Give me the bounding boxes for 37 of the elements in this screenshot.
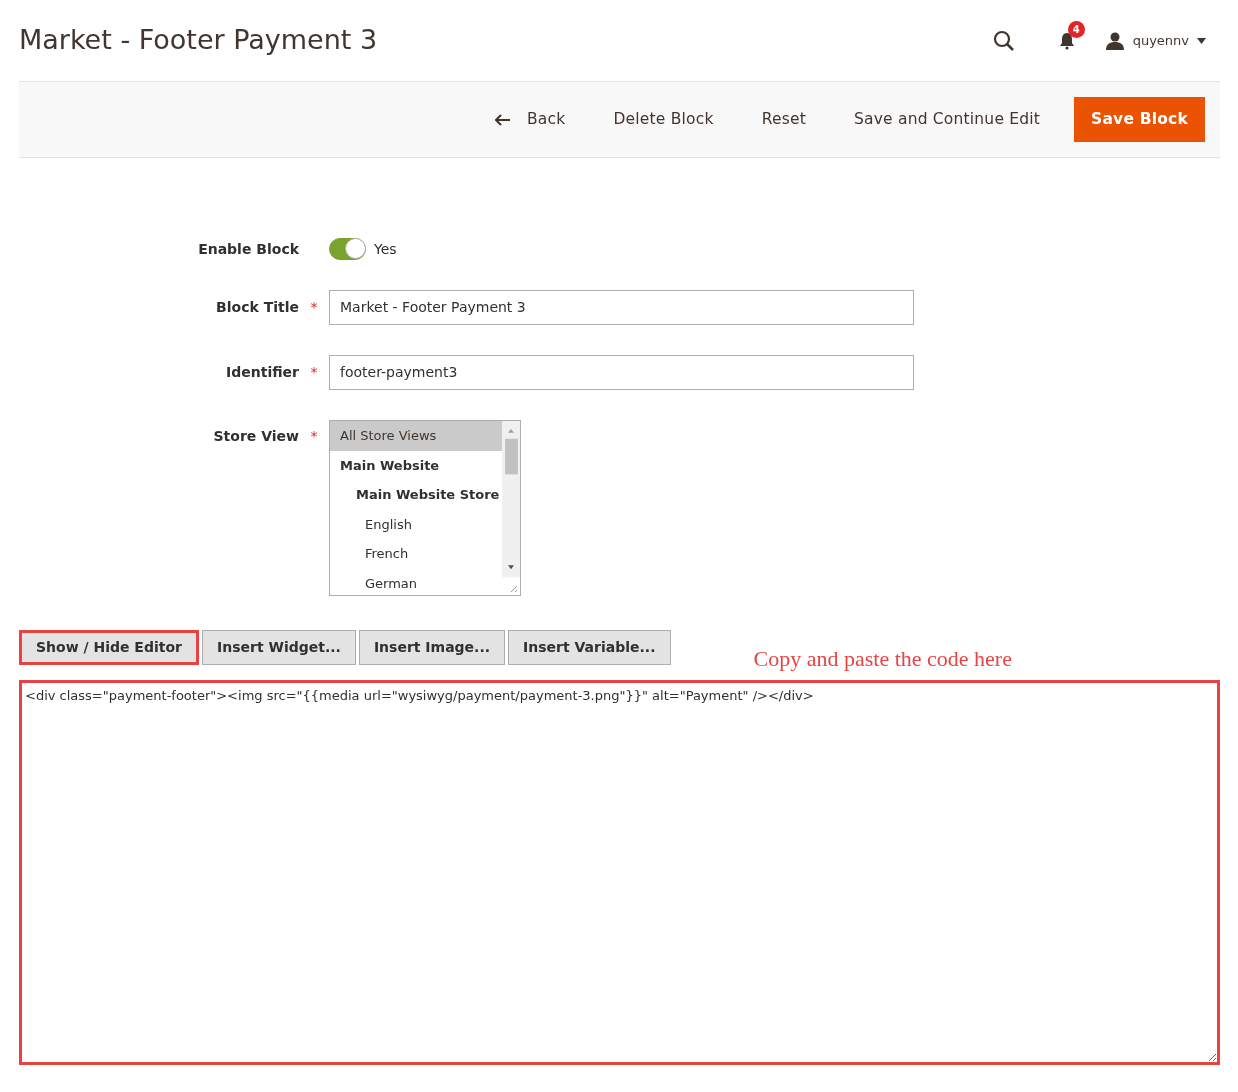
arrow-left-icon (495, 113, 512, 126)
field-label: Identifier (225, 363, 299, 382)
required-mark: * (310, 364, 318, 380)
annotation-note: Copy and paste the code here (753, 645, 1012, 673)
user-icon (1104, 30, 1125, 51)
action-button[interactable]: Delete Block (591, 97, 736, 142)
action-button[interactable]: Reset (739, 97, 828, 142)
field-label: Block Title (215, 298, 299, 317)
select-option[interactable]: English (330, 509, 502, 539)
bell-icon[interactable] (1058, 32, 1075, 48)
text-field[interactable]: footer-payment3 (329, 355, 914, 390)
text-field[interactable]: Market - Footer Payment 3 (329, 290, 914, 325)
code-editor[interactable]: <div class="payment-footer"><img src="{{media url="wysiwyg/payment/payment-3.png"}}" alt="Payment" /></div> (19, 680, 1220, 1065)
search-icon[interactable] (992, 29, 1015, 52)
caret-icon (1197, 37, 1206, 44)
notification-count: 4 (1067, 21, 1085, 38)
store-view-select[interactable]: All Store Views Main Website Main Website Store English French German (329, 420, 521, 596)
select-option[interactable]: Main Website Store (330, 480, 502, 510)
required-mark: * (310, 428, 318, 444)
select-option[interactable]: Main Website (330, 450, 502, 480)
editor-button[interactable]: Insert Widget... (201, 630, 356, 665)
editor-button[interactable]: Insert Image... (358, 630, 506, 665)
required-mark: * (310, 299, 318, 315)
select-option[interactable]: German (330, 568, 502, 595)
toggle-value: Yes (374, 239, 397, 259)
back-button[interactable]: Back (473, 97, 588, 142)
page-title: Market - Footer Payment 3 (19, 24, 378, 57)
field-label: Store View (212, 427, 299, 446)
action-button[interactable]: Save and Continue Edit (831, 97, 1063, 142)
save-button[interactable]: Save Block (1074, 96, 1205, 143)
field-label: Enable Block (197, 239, 299, 259)
user-menu[interactable]: quyennv (1132, 30, 1189, 51)
editor-button[interactable]: Insert Variable... (508, 630, 671, 665)
select-option[interactable]: All Store Views (330, 421, 502, 451)
editor-button[interactable]: Show / Hide Editor (19, 630, 199, 665)
select-option[interactable]: French (330, 539, 502, 569)
toggle-switch[interactable] (329, 238, 366, 260)
